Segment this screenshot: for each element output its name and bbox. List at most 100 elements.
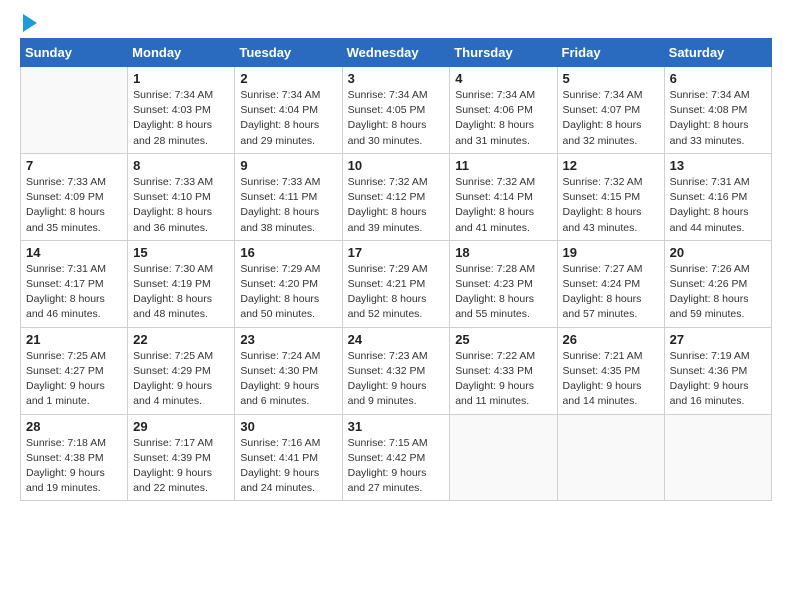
week-row-1: 1 Sunrise: 7:34 AMSunset: 4:03 PMDaylight… [21, 67, 772, 154]
day-number: 9 [240, 158, 336, 173]
day-info: Sunrise: 7:30 AMSunset: 4:19 PMDaylight:… [133, 262, 229, 323]
day-number: 25 [455, 332, 551, 347]
calendar-cell: 27Sunrise: 7:19 AMSunset: 4:36 PMDayligh… [664, 327, 771, 414]
calendar-cell: 22Sunrise: 7:25 AMSunset: 4:29 PMDayligh… [128, 327, 235, 414]
day-number: 20 [670, 245, 766, 260]
day-info: Sunrise: 7:16 AMSunset: 4:41 PMDaylight:… [240, 436, 336, 497]
day-info: Sunrise: 7:29 AMSunset: 4:20 PMDaylight:… [240, 262, 336, 323]
day-info: Sunrise: 7:24 AMSunset: 4:30 PMDaylight:… [240, 349, 336, 410]
calendar-cell: 1 Sunrise: 7:34 AMSunset: 4:03 PMDaylight… [128, 67, 235, 154]
calendar-cell: 14 Sunrise: 7:31 AMSunset: 4:17 PMDayligh… [21, 240, 128, 327]
day-info: Sunrise: 7:21 AMSunset: 4:35 PMDaylight:… [563, 349, 659, 410]
day-number: 24 [348, 332, 445, 347]
day-info: Sunrise: 7:33 AMSunset: 4:09 PMDaylight:… [26, 175, 122, 236]
day-number: 17 [348, 245, 445, 260]
day-info: Sunrise: 7:19 AMSunset: 4:36 PMDaylight:… [670, 349, 766, 410]
day-number: 10 [348, 158, 445, 173]
day-info: Sunrise: 7:15 AMSunset: 4:42 PMDaylight:… [348, 436, 445, 497]
day-number: 13 [670, 158, 766, 173]
calendar-cell: 7 Sunrise: 7:33 AMSunset: 4:09 PMDaylight… [21, 153, 128, 240]
day-number: 21 [26, 332, 122, 347]
day-number: 29 [133, 419, 229, 434]
calendar-cell: 23 Sunrise: 7:24 AMSunset: 4:30 PMDayligh… [235, 327, 342, 414]
day-info: Sunrise: 7:34 AMSunset: 4:04 PMDaylight:… [240, 88, 336, 149]
week-row-4: 21 Sunrise: 7:25 AMSunset: 4:27 PMDayligh… [21, 327, 772, 414]
calendar-cell: 21 Sunrise: 7:25 AMSunset: 4:27 PMDayligh… [21, 327, 128, 414]
day-number: 31 [348, 419, 445, 434]
day-info: Sunrise: 7:27 AMSunset: 4:24 PMDaylight:… [563, 262, 659, 323]
week-row-5: 28 Sunrise: 7:18 AMSunset: 4:38 PMDayligh… [21, 414, 772, 501]
day-info: Sunrise: 7:32 AMSunset: 4:14 PMDaylight:… [455, 175, 551, 236]
calendar-cell: 25 Sunrise: 7:22 AMSunset: 4:33 PMDayligh… [450, 327, 557, 414]
weekday-header-friday: Friday [557, 39, 664, 67]
day-number: 7 [26, 158, 122, 173]
calendar-cell: 11Sunrise: 7:32 AMSunset: 4:14 PMDayligh… [450, 153, 557, 240]
calendar-cell: 2 Sunrise: 7:34 AMSunset: 4:04 PMDaylight… [235, 67, 342, 154]
calendar-cell: 10Sunrise: 7:32 AMSunset: 4:12 PMDayligh… [342, 153, 450, 240]
day-number: 30 [240, 419, 336, 434]
calendar-cell [450, 414, 557, 501]
day-number: 2 [240, 71, 336, 86]
day-info: Sunrise: 7:22 AMSunset: 4:33 PMDaylight:… [455, 349, 551, 410]
weekday-header-sunday: Sunday [21, 39, 128, 67]
day-info: Sunrise: 7:34 AMSunset: 4:06 PMDaylight:… [455, 88, 551, 149]
logo [20, 16, 37, 30]
day-number: 6 [670, 71, 766, 86]
weekday-header-wednesday: Wednesday [342, 39, 450, 67]
day-number: 14 [26, 245, 122, 260]
calendar: SundayMondayTuesdayWednesdayThursdayFrid… [20, 38, 772, 501]
day-info: Sunrise: 7:26 AMSunset: 4:26 PMDaylight:… [670, 262, 766, 323]
day-info: Sunrise: 7:31 AMSunset: 4:17 PMDaylight:… [26, 262, 122, 323]
day-number: 1 [133, 71, 229, 86]
day-number: 5 [563, 71, 659, 86]
calendar-cell: 29 Sunrise: 7:17 AMSunset: 4:39 PMDayligh… [128, 414, 235, 501]
calendar-cell: 24 Sunrise: 7:23 AMSunset: 4:32 PMDayligh… [342, 327, 450, 414]
day-number: 4 [455, 71, 551, 86]
day-info: Sunrise: 7:29 AMSunset: 4:21 PMDaylight:… [348, 262, 445, 323]
week-row-3: 14 Sunrise: 7:31 AMSunset: 4:17 PMDayligh… [21, 240, 772, 327]
day-info: Sunrise: 7:34 AMSunset: 4:05 PMDaylight:… [348, 88, 445, 149]
calendar-cell: 20 Sunrise: 7:26 AMSunset: 4:26 PMDayligh… [664, 240, 771, 327]
weekday-header-monday: Monday [128, 39, 235, 67]
calendar-cell: 30 Sunrise: 7:16 AMSunset: 4:41 PMDayligh… [235, 414, 342, 501]
calendar-cell: 31 Sunrise: 7:15 AMSunset: 4:42 PMDayligh… [342, 414, 450, 501]
calendar-cell: 15 Sunrise: 7:30 AMSunset: 4:19 PMDayligh… [128, 240, 235, 327]
day-info: Sunrise: 7:25 AMSunset: 4:27 PMDaylight:… [26, 349, 122, 410]
day-info: Sunrise: 7:34 AMSunset: 4:03 PMDaylight:… [133, 88, 229, 149]
day-info: Sunrise: 7:31 AMSunset: 4:16 PMDaylight:… [670, 175, 766, 236]
week-row-2: 7 Sunrise: 7:33 AMSunset: 4:09 PMDaylight… [21, 153, 772, 240]
day-info: Sunrise: 7:23 AMSunset: 4:32 PMDaylight:… [348, 349, 445, 410]
calendar-cell: 5 Sunrise: 7:34 AMSunset: 4:07 PMDaylight… [557, 67, 664, 154]
calendar-cell [557, 414, 664, 501]
calendar-cell: 6Sunrise: 7:34 AMSunset: 4:08 PMDaylight… [664, 67, 771, 154]
calendar-cell: 4 Sunrise: 7:34 AMSunset: 4:06 PMDaylight… [450, 67, 557, 154]
calendar-cell: 8 Sunrise: 7:33 AMSunset: 4:10 PMDaylight… [128, 153, 235, 240]
day-number: 22 [133, 332, 229, 347]
day-number: 28 [26, 419, 122, 434]
day-info: Sunrise: 7:18 AMSunset: 4:38 PMDaylight:… [26, 436, 122, 497]
calendar-cell: 26 Sunrise: 7:21 AMSunset: 4:35 PMDayligh… [557, 327, 664, 414]
weekday-header-saturday: Saturday [664, 39, 771, 67]
calendar-cell [664, 414, 771, 501]
weekday-header-thursday: Thursday [450, 39, 557, 67]
day-number: 3 [348, 71, 445, 86]
day-info: Sunrise: 7:33 AMSunset: 4:10 PMDaylight:… [133, 175, 229, 236]
weekday-header-tuesday: Tuesday [235, 39, 342, 67]
day-number: 19 [563, 245, 659, 260]
weekday-header-row: SundayMondayTuesdayWednesdayThursdayFrid… [21, 39, 772, 67]
header [20, 16, 772, 30]
day-number: 18 [455, 245, 551, 260]
day-info: Sunrise: 7:17 AMSunset: 4:39 PMDaylight:… [133, 436, 229, 497]
day-number: 15 [133, 245, 229, 260]
day-number: 26 [563, 332, 659, 347]
day-info: Sunrise: 7:34 AMSunset: 4:07 PMDaylight:… [563, 88, 659, 149]
calendar-cell: 16 Sunrise: 7:29 AMSunset: 4:20 PMDayligh… [235, 240, 342, 327]
day-info: Sunrise: 7:32 AMSunset: 4:15 PMDaylight:… [563, 175, 659, 236]
day-number: 16 [240, 245, 336, 260]
calendar-cell: 12Sunrise: 7:32 AMSunset: 4:15 PMDayligh… [557, 153, 664, 240]
logo-arrow-icon [23, 14, 37, 32]
day-number: 8 [133, 158, 229, 173]
calendar-cell: 9Sunrise: 7:33 AMSunset: 4:11 PMDaylight… [235, 153, 342, 240]
day-number: 23 [240, 332, 336, 347]
calendar-cell [21, 67, 128, 154]
